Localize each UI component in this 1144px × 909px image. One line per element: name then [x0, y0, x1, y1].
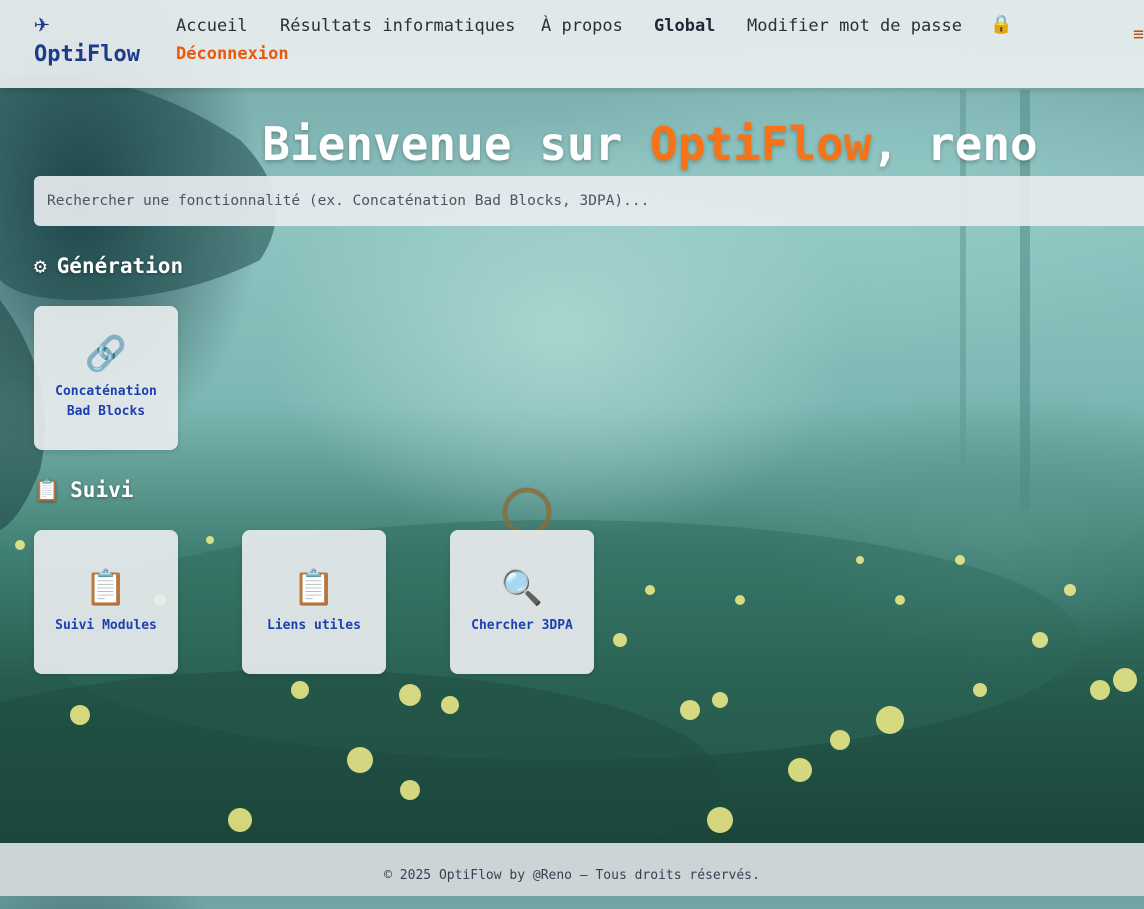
welcome-brand: OptiFlow: [650, 116, 872, 171]
section-title-text: Suivi: [70, 478, 134, 502]
card-liens-utiles[interactable]: 📋 Liens utiles: [242, 530, 386, 674]
link-icon: 🔗: [84, 334, 128, 374]
card-concatenation-bad-blocks[interactable]: 🔗 Concaténation Bad Blocks: [34, 306, 178, 450]
welcome-title: Bienvenue sur OptiFlow, reno: [0, 117, 1144, 171]
airplane-icon: ✈: [34, 9, 50, 39]
card-label: Suivi Modules: [55, 618, 157, 633]
section-title-text: Génération: [56, 254, 184, 278]
feature-search-input[interactable]: [34, 176, 1144, 226]
brand-logo[interactable]: ✈ OptiFlow: [34, 10, 140, 67]
magnifier-icon: 🔍: [500, 568, 544, 608]
nav-item-resultats-informatiques[interactable]: Résultats informatiques: [280, 16, 515, 36]
gear-icon: ⚙: [34, 254, 47, 278]
footer: © 2025 OptiFlow by @Reno — Tous droits r…: [0, 843, 1144, 896]
top-header: ✈ OptiFlow Accueil Résultats informatiqu…: [0, 0, 1144, 88]
section-title-suivi: 📋 Suivi: [34, 478, 133, 503]
card-label: Concaténation Bad Blocks: [55, 384, 157, 419]
nav-item-a-propos[interactable]: À propos: [541, 16, 623, 36]
welcome-prefix: Bienvenue sur: [262, 116, 650, 171]
logout-link[interactable]: Déconnexion: [176, 44, 289, 64]
menu-edge-icon[interactable]: ≡: [1133, 24, 1144, 45]
brand-name: OptiFlow: [34, 42, 140, 67]
lock-icon[interactable]: 🔒: [990, 14, 1012, 35]
card-label: Liens utiles: [267, 618, 361, 633]
clipboard-icon: 📋: [292, 568, 336, 608]
copyright-text: © 2025 OptiFlow by @Reno — Tous droits r…: [384, 868, 760, 883]
section-title-generation: ⚙ Génération: [34, 254, 183, 278]
card-suivi-modules[interactable]: 📋 Suivi Modules: [34, 530, 178, 674]
nav-item-global[interactable]: Global: [654, 16, 715, 36]
card-label: Chercher 3DPA: [471, 618, 573, 633]
welcome-suffix: , reno: [871, 116, 1038, 171]
card-chercher-3dpa[interactable]: 🔍 Chercher 3DPA: [450, 530, 594, 674]
clipboard-icon: 📋: [34, 478, 61, 502]
nav-item-accueil[interactable]: Accueil: [176, 16, 248, 36]
clipboard-icon: 📋: [84, 568, 128, 608]
nav-item-modifier-mot-de-passe[interactable]: Modifier mot de passe: [747, 16, 962, 36]
